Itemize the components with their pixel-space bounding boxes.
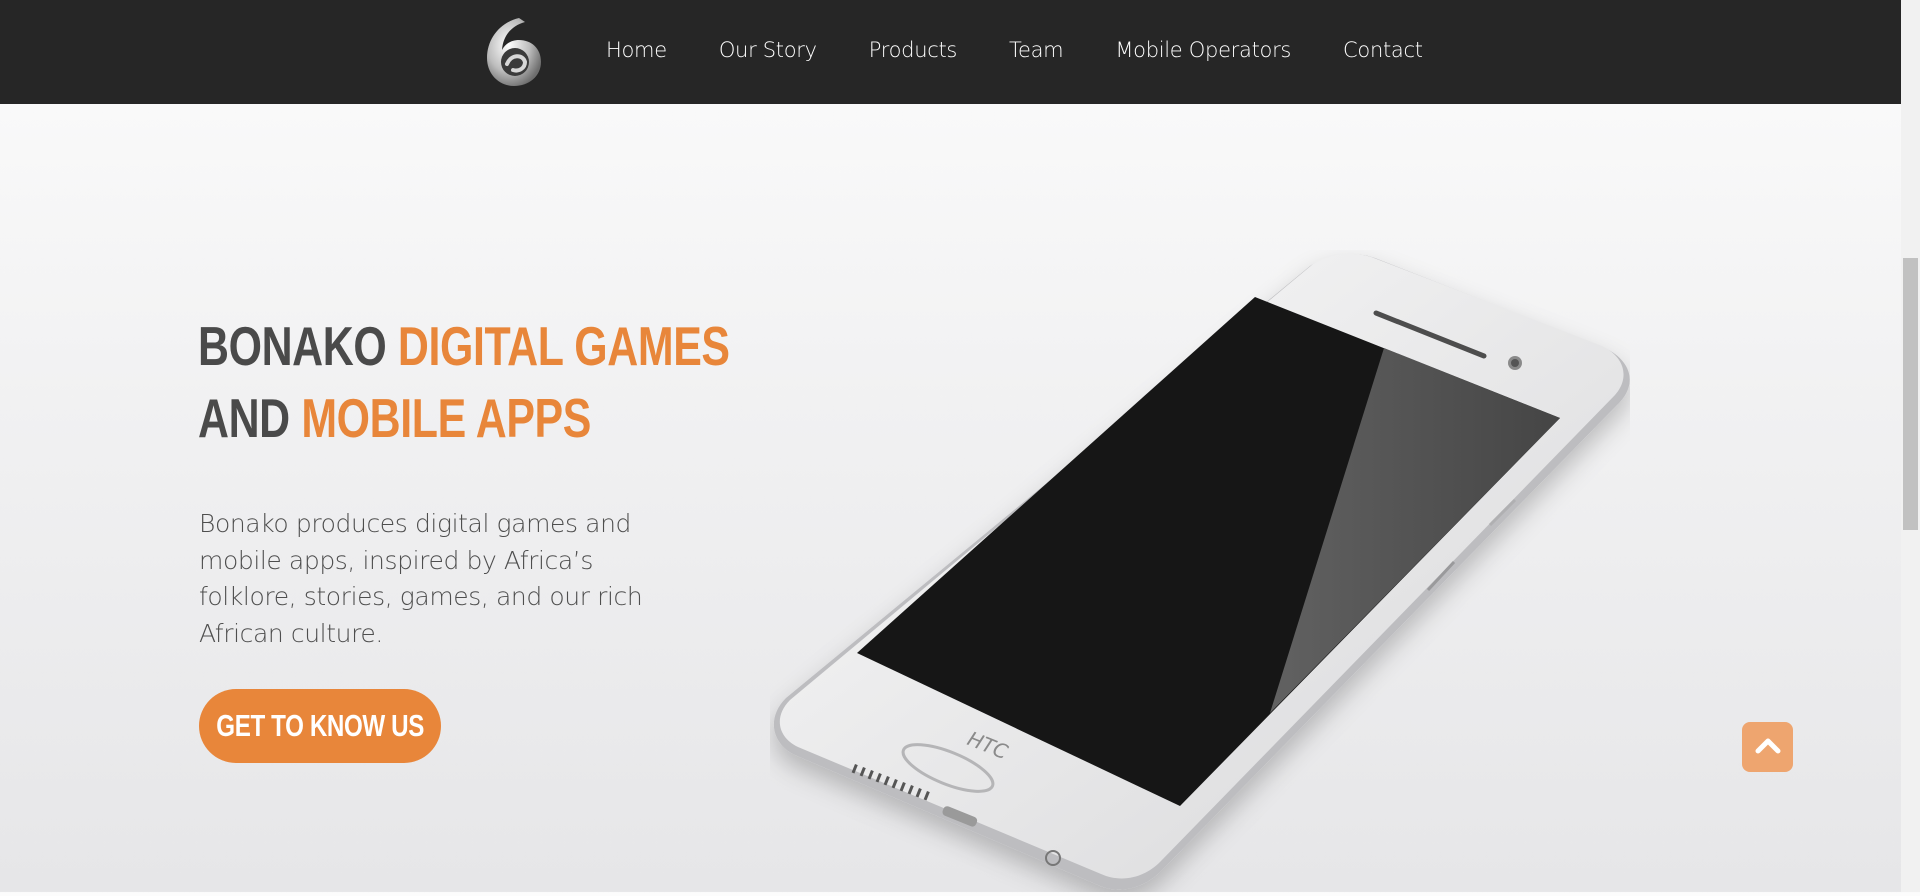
main-nav: Home Our Story Products Team Mobile Oper… (606, 0, 1475, 100)
scroll-to-top-button[interactable] (1742, 722, 1793, 772)
title-line1-accent: DIGITAL GAMES (397, 315, 730, 377)
nav-our-story[interactable]: Our Story (719, 38, 817, 62)
hero-title: BONAKO DIGITAL GAMES AND MOBILE APPS (198, 310, 730, 454)
chevron-up-icon (1755, 736, 1781, 758)
title-line1-plain: BONAKO (198, 315, 398, 377)
nav-home[interactable]: Home (606, 38, 667, 62)
nav-products[interactable]: Products (869, 38, 958, 62)
phone-image: HTC (770, 250, 1630, 892)
page-scrollbar[interactable] (1901, 0, 1920, 892)
scrollbar-thumb[interactable] (1903, 258, 1918, 530)
get-to-know-us-button[interactable]: GET TO KNOW US (199, 689, 441, 763)
title-line2-accent: MOBILE APPS (301, 387, 591, 449)
nav-mobile-operators[interactable]: Mobile Operators (1115, 38, 1291, 62)
hero-description: Bonako produces digital games and mobile… (199, 509, 643, 648)
nav-contact[interactable]: Contact (1343, 38, 1423, 62)
title-line2-plain: AND (198, 387, 302, 449)
bonako-logo[interactable] (481, 14, 547, 90)
cta-label: GET TO KNOW US (216, 708, 424, 743)
nav-team[interactable]: Team (1009, 38, 1064, 62)
top-navbar: Home Our Story Products Team Mobile Oper… (0, 0, 1901, 104)
